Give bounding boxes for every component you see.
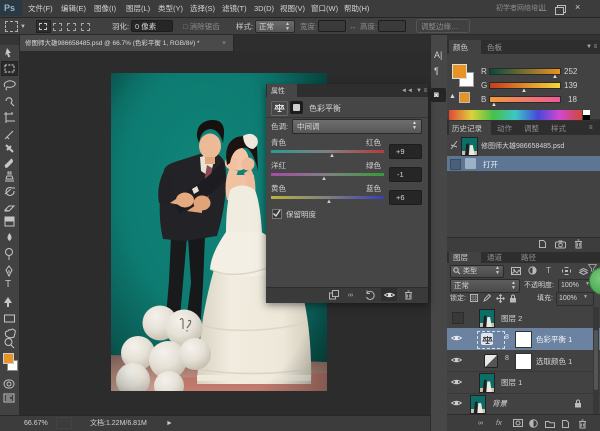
svg-text:T: T [5, 279, 11, 290]
